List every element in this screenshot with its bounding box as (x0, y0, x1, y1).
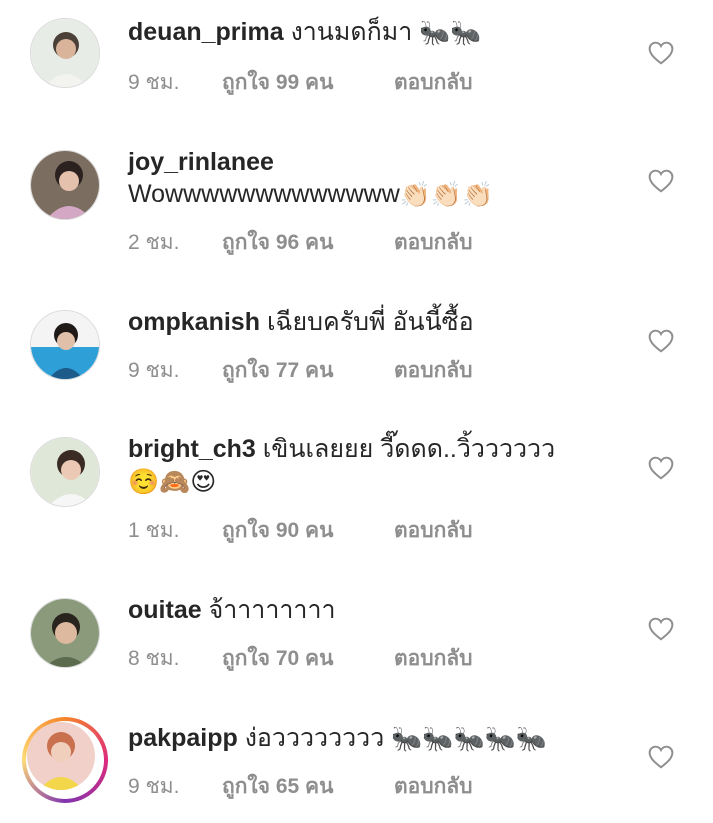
reply-button[interactable]: ตอบกลับ (394, 770, 473, 803)
comment-time: 9 ชม. (128, 71, 180, 94)
comment-text: ง่อวววววววว (244, 724, 385, 752)
comment-text: เขินเลยยย วี๊ดดด..วิ้วววววว (262, 435, 556, 463)
comment-username[interactable]: bright_ch3 (128, 435, 256, 463)
comment-emoji: 🐜🐜 (419, 19, 482, 48)
comment-username[interactable]: pakpaipp (128, 724, 238, 752)
avatar[interactable] (30, 437, 100, 507)
comment-likes[interactable]: ถูกใจ 96 คน (222, 226, 394, 259)
comment-text: จ้าาาาาาาา (208, 596, 336, 624)
comment-likes[interactable]: ถูกใจ 65 คน (222, 770, 394, 803)
comment-text: งานมดก็มา (290, 18, 413, 46)
comment-time: 9 ชม. (128, 359, 180, 382)
comment-time: 1 ชม. (128, 519, 180, 542)
heart-icon[interactable] (648, 41, 674, 65)
heart-icon[interactable] (648, 745, 674, 769)
comment-text: Wowwwwwwwwwwwww (128, 180, 400, 208)
reply-button[interactable]: ตอบกลับ (394, 354, 473, 387)
comment-time: 8 ชม. (128, 647, 180, 670)
comment-emoji: ☺️🙈😍 (128, 468, 217, 497)
comment-username[interactable]: joy_rinlanee (128, 148, 274, 176)
heart-icon[interactable] (648, 617, 674, 641)
comment-likes[interactable]: ถูกใจ 77 คน (222, 354, 394, 387)
avatar[interactable] (30, 18, 100, 88)
heart-icon[interactable] (648, 329, 674, 353)
comment-username[interactable]: ompkanish (128, 308, 260, 336)
comment-likes[interactable]: ถูกใจ 90 คน (222, 514, 394, 547)
comment-username[interactable]: deuan_prima (128, 18, 284, 46)
avatar[interactable] (27, 722, 95, 790)
comment-text: เฉียบครับพี่ อันนี้ซื้อ (266, 308, 474, 336)
reply-button[interactable]: ตอบกลับ (394, 642, 473, 675)
comment-likes[interactable]: ถูกใจ 99 คน (222, 66, 394, 99)
avatar[interactable] (30, 310, 100, 380)
comment-username[interactable]: ouitae (128, 596, 202, 624)
heart-icon[interactable] (648, 456, 674, 480)
comment-time: 2 ชม. (128, 231, 180, 254)
reply-button[interactable]: ตอบกลับ (394, 66, 473, 99)
comment-emoji: 🐜🐜🐜🐜🐜 (391, 725, 547, 754)
avatar[interactable] (30, 598, 100, 668)
comment-emoji: 👏🏻👏🏻👏🏻 (399, 181, 494, 210)
heart-icon[interactable] (648, 169, 674, 193)
reply-button[interactable]: ตอบกลับ (394, 226, 473, 259)
comment-likes[interactable]: ถูกใจ 70 คน (222, 642, 394, 675)
story-ring[interactable] (22, 717, 108, 803)
comment-time: 9 ชม. (128, 775, 180, 798)
avatar[interactable] (30, 150, 100, 220)
reply-button[interactable]: ตอบกลับ (394, 514, 473, 547)
